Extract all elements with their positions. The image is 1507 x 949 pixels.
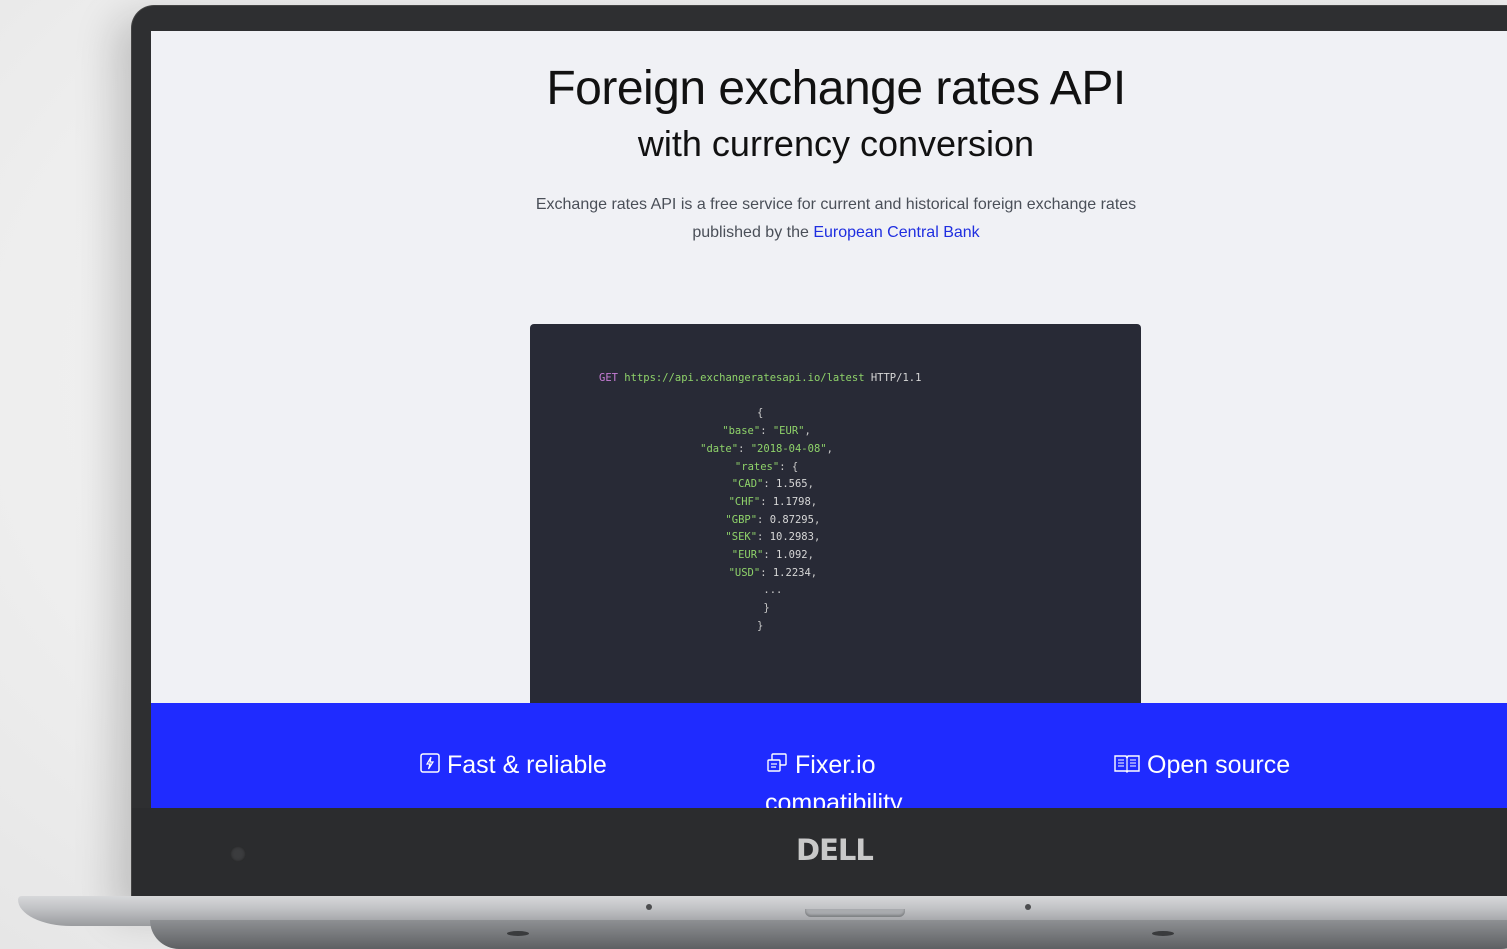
cards-icon [765, 752, 789, 781]
screen: Foreign exchange rates API with currency… [151, 31, 1507, 808]
request-url: https://api.exchangeratesapi.io/latest [624, 372, 865, 384]
code-text: GET https://api.exchangeratesapi.io/late… [599, 372, 922, 632]
http-protocol: HTTP/1.1 [870, 372, 922, 384]
rate-key: "EUR" [731, 549, 764, 562]
base-dot [646, 904, 652, 910]
http-method: GET [599, 372, 618, 384]
feature-title: Open source [1147, 751, 1291, 779]
feature-fixer-compat: Fixer.io compatibility [765, 751, 903, 808]
rate-value: 1.1798 [772, 495, 811, 508]
hero-description: Exchange rates API is a free service for… [151, 191, 1507, 247]
feature-fast-reliable: Fast & reliable [419, 751, 607, 781]
camera-icon [230, 846, 246, 862]
hero-section: Foreign exchange rates API with currency… [151, 31, 1507, 724]
rates-ellipsis: ... [763, 584, 783, 597]
rate-key: "USD" [728, 566, 761, 579]
ecb-link[interactable]: European Central Bank [813, 224, 979, 241]
rate-value: 1.2234 [772, 566, 811, 579]
rate-value: 1.092 [776, 549, 808, 562]
rate-value: 1.565 [776, 478, 808, 491]
json-key-base: "base" [722, 425, 761, 438]
code-sample: GET https://api.exchangeratesapi.io/late… [530, 324, 1141, 724]
base-dot [1025, 904, 1031, 910]
feature-title: Fixer.io [795, 751, 876, 779]
laptop-base-bottom [150, 920, 1507, 949]
book-icon [1113, 752, 1141, 781]
json-value-date: "2018-04-08" [750, 442, 827, 455]
laptop-hinge [805, 909, 905, 917]
laptop-mockup: Foreign exchange rates API with currency… [0, 0, 1507, 949]
rate-key: "GBP" [725, 513, 758, 526]
feature-title-line2: compatibility [765, 789, 903, 808]
feature-title: Fast & reliable [447, 751, 607, 779]
rate-key: "SEK" [725, 531, 758, 544]
page-title: Foreign exchange rates API [546, 62, 1126, 115]
json-key-date: "date" [700, 442, 739, 455]
laptop-foot [507, 931, 529, 936]
description-line2-prefix: published by the [692, 224, 814, 241]
feature-open-source: Open source [1113, 751, 1290, 781]
laptop-foot [1152, 931, 1174, 936]
page-subtitle: with currency conversion [637, 123, 1035, 164]
description-line1: Exchange rates API is a free service for… [535, 196, 1137, 213]
json-key-rates: "rates" [734, 460, 780, 473]
json-value-base: "EUR" [772, 425, 805, 438]
brand-logo: DELL [796, 833, 874, 867]
lightning-icon [419, 752, 441, 781]
rate-value: 0.87295 [769, 513, 814, 526]
rate-key: "CAD" [731, 478, 764, 491]
features-band: Fast & reliable Fixer.io compatibility O… [151, 703, 1507, 808]
rate-key: "CHF" [728, 495, 761, 508]
rate-value: 10.2983 [769, 531, 814, 544]
